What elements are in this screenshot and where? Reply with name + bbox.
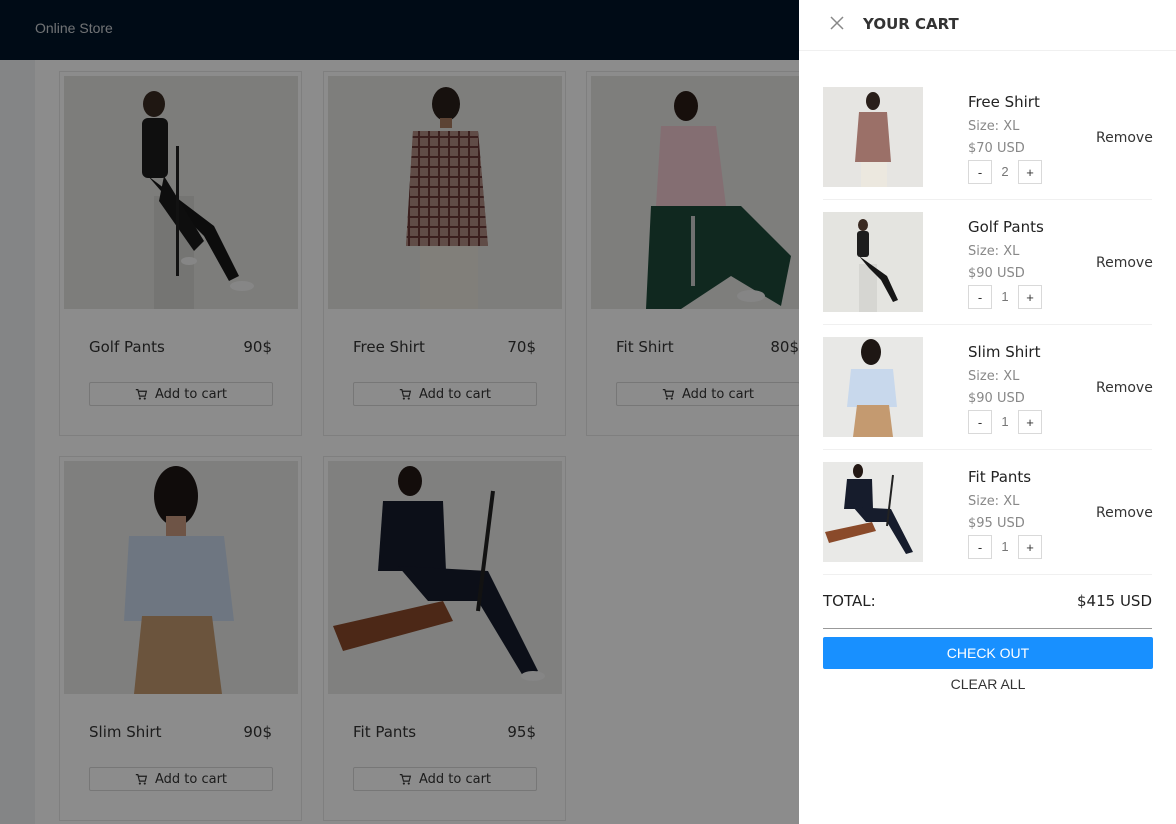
cart-item-qty: 1 xyxy=(1001,414,1009,429)
cart-item: Golf Pants Size: XL $90 USD - 1 + Remove xyxy=(823,200,1153,325)
cart-item: Free Shirt Size: XL $70 USD - 2 + Remove xyxy=(823,75,1153,200)
increase-qty-button[interactable]: + xyxy=(1018,285,1042,309)
cart-item-price: $95 USD xyxy=(968,516,1025,531)
cart-item-price: $70 USD xyxy=(968,141,1025,156)
drawer-title: YOUR CART xyxy=(863,15,959,33)
cart-item-image xyxy=(823,462,923,562)
cart-item-price: $90 USD xyxy=(968,266,1025,281)
cart-total-row: TOTAL: $415 USD xyxy=(823,575,1152,629)
cart-item-size: Size: XL xyxy=(968,369,1020,384)
cart-item-qty: 1 xyxy=(1001,289,1009,304)
cart-drawer: YOUR CART Free Shirt Size: XL $70 USD - … xyxy=(799,0,1176,824)
decrease-qty-button[interactable]: - xyxy=(968,160,992,184)
close-icon[interactable] xyxy=(829,15,845,31)
total-label: TOTAL: xyxy=(823,592,876,610)
cart-item: Slim Shirt Size: XL $90 USD - 1 + Remove xyxy=(823,325,1153,450)
cart-item-name: Slim Shirt xyxy=(968,343,1041,361)
remove-item-button[interactable]: Remove xyxy=(1096,255,1153,271)
cart-item-name: Fit Pants xyxy=(968,468,1032,486)
remove-item-button[interactable]: Remove xyxy=(1096,505,1153,521)
cart-item-size: Size: XL xyxy=(968,244,1020,259)
cart-item-size: Size: XL xyxy=(968,494,1020,509)
cart-item-size: Size: XL xyxy=(968,119,1020,134)
clear-all-button[interactable]: CLEAR ALL xyxy=(823,676,1153,696)
decrease-qty-button[interactable]: - xyxy=(968,410,992,434)
total-value: $415 USD xyxy=(1077,592,1152,610)
decrease-qty-button[interactable]: - xyxy=(968,535,992,559)
cart-item-qty: 1 xyxy=(1001,539,1009,554)
increase-qty-button[interactable]: + xyxy=(1018,535,1042,559)
cart-item: Fit Pants Size: XL $95 USD - 1 + Remove xyxy=(823,450,1153,575)
increase-qty-button[interactable]: + xyxy=(1018,410,1042,434)
cart-item-image xyxy=(823,212,923,312)
increase-qty-button[interactable]: + xyxy=(1018,160,1042,184)
cart-item-image xyxy=(823,337,923,437)
cart-item-name: Golf Pants xyxy=(968,218,1044,236)
cart-item-price: $90 USD xyxy=(968,391,1025,406)
cart-item-name: Free Shirt xyxy=(968,93,1040,111)
drawer-header: YOUR CART xyxy=(799,0,1176,51)
cart-item-image xyxy=(823,87,923,187)
checkout-button[interactable]: CHECK OUT xyxy=(823,637,1153,669)
remove-item-button[interactable]: Remove xyxy=(1096,380,1153,396)
cart-item-qty: 2 xyxy=(1001,164,1009,179)
decrease-qty-button[interactable]: - xyxy=(968,285,992,309)
remove-item-button[interactable]: Remove xyxy=(1096,130,1153,146)
